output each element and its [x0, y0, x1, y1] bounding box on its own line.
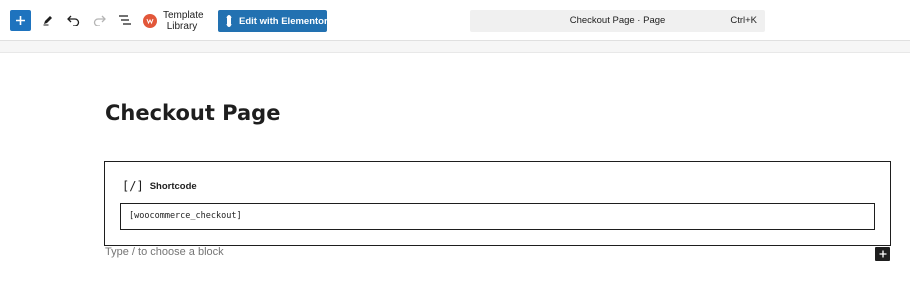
pencil-icon	[43, 16, 52, 26]
undo-button[interactable]	[63, 10, 83, 30]
shortcode-block-name: Shortcode	[149, 180, 197, 192]
command-palette-bar[interactable]: Checkout Page · Page Ctrl+K	[470, 10, 765, 32]
tools-button[interactable]	[38, 10, 58, 30]
template-library-logo-icon	[143, 14, 157, 28]
add-block-button[interactable]	[10, 10, 31, 31]
shortcode-block-label: [/] Shortcode	[122, 179, 197, 193]
plus-icon	[879, 250, 886, 258]
shortcode-icon: [/]	[122, 179, 144, 193]
redo-button[interactable]	[89, 10, 109, 30]
page-title[interactable]: Checkout Page	[105, 101, 280, 125]
shortcode-input[interactable]: [woocommerce_checkout]	[120, 203, 875, 230]
editor-toolbar: Template Library Edit with Elementor Che…	[0, 0, 910, 41]
template-library-button[interactable]: Template Library	[143, 9, 204, 33]
block-appender-placeholder[interactable]: Type / to choose a block	[105, 246, 224, 258]
undo-icon	[66, 15, 79, 26]
block-inserter-button[interactable]	[875, 247, 890, 261]
plus-icon	[16, 16, 25, 25]
template-library-label: Template Library	[163, 10, 204, 32]
edit-with-elementor-label: Edit with Elementor	[239, 15, 328, 27]
list-view-button[interactable]	[115, 10, 135, 30]
document-title: Checkout Page · Page	[569, 15, 666, 26]
edit-with-elementor-button[interactable]: Edit with Elementor	[218, 10, 328, 32]
list-view-icon	[119, 15, 131, 25]
editor-canvas-top	[0, 41, 910, 53]
redo-icon	[93, 15, 106, 26]
shortcode-block[interactable]: [/] Shortcode [woocommerce_checkout]	[104, 161, 891, 246]
elementor-icon	[226, 15, 232, 27]
command-shortcut: Ctrl+K	[730, 15, 757, 26]
